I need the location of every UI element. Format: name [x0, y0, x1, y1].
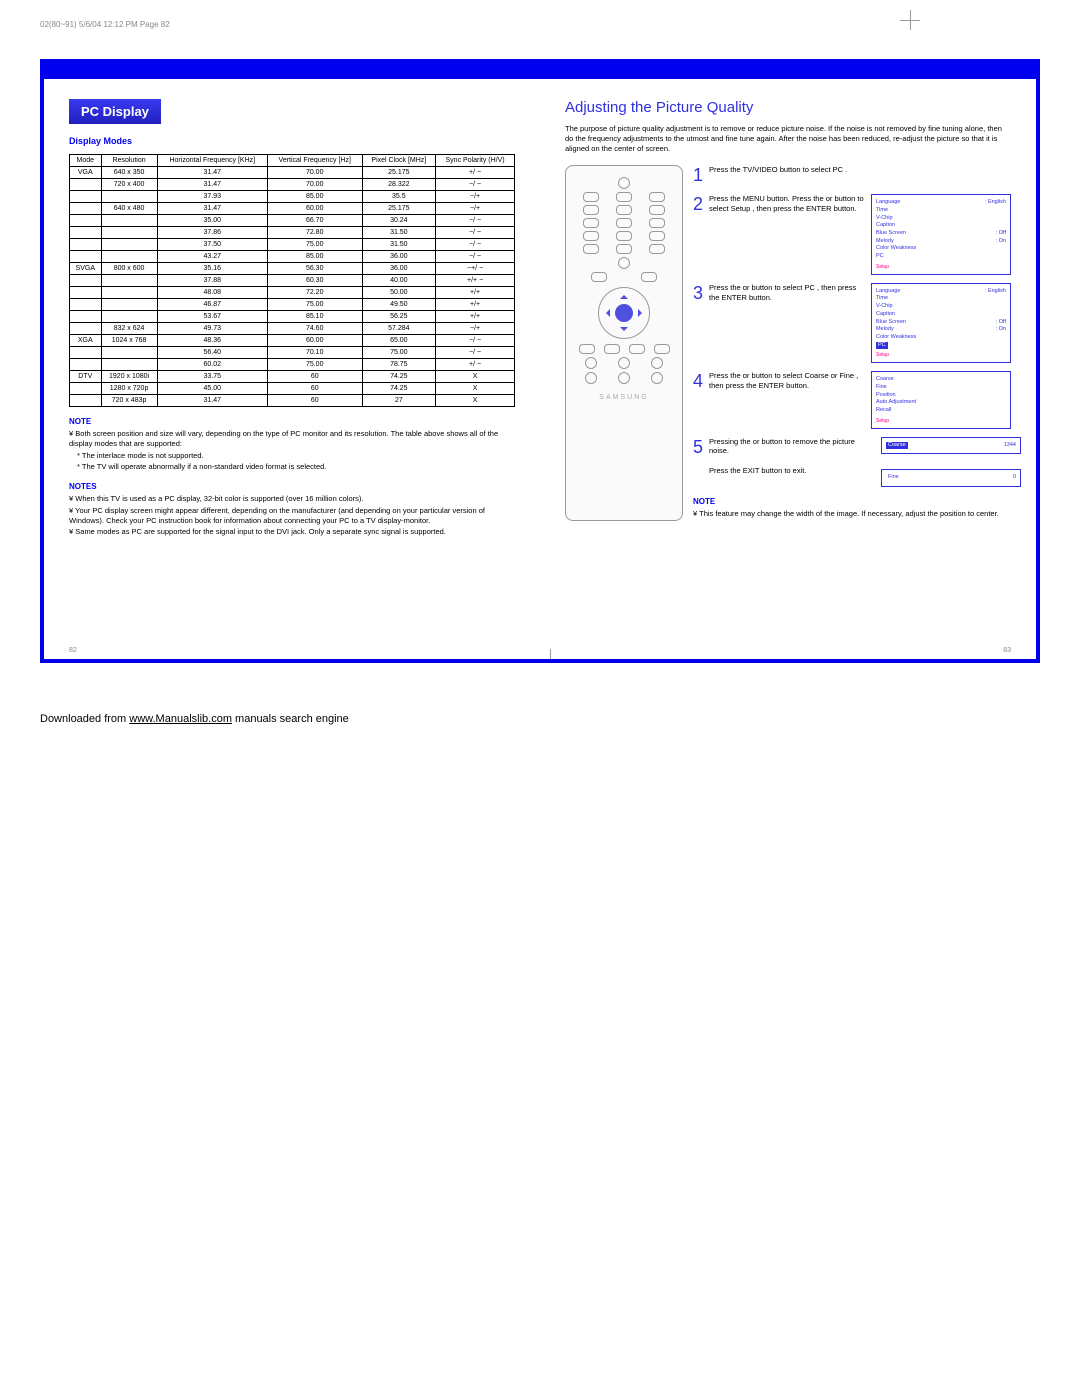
- page-number: 82: [69, 647, 77, 654]
- display-modes-table: ModeResolutionHorizontal Frequency [KHz]…: [69, 154, 515, 407]
- note-text: Your PC display screen might appear diff…: [69, 506, 515, 526]
- table-header: Mode: [70, 155, 102, 167]
- table-row: 35.0066.7030.24−/ −: [70, 215, 515, 227]
- note-text: This feature may change the width of the…: [693, 509, 1011, 519]
- power-icon: [618, 177, 630, 189]
- step-text: Press the TV/VIDEO button to select PC .: [709, 165, 1011, 186]
- page-title: Adjusting the Picture Quality: [565, 99, 1011, 116]
- brand-label: SAMSUNG: [574, 394, 674, 401]
- table-header: Vertical Frequency [Hz]: [267, 155, 362, 167]
- note-text: The TV will operate abnormally if a non-…: [77, 462, 515, 472]
- step-text: Press the MENU button. Press the or butt…: [709, 194, 871, 275]
- table-row: 37.9385.0035.5−/+: [70, 191, 515, 203]
- table-row: 720 x 40031.4770.0028.322−/ −: [70, 179, 515, 191]
- table-row: 53.6785.1056.25+/+: [70, 311, 515, 323]
- left-page: PC Display Display Modes ModeResolutionH…: [44, 79, 540, 659]
- section-tab: PC Display: [69, 99, 161, 124]
- table-header: Pixel Clock [MHz]: [362, 155, 436, 167]
- intro-text: The purpose of picture quality adjustmen…: [565, 124, 1011, 153]
- table-row: SVGA800 x 60035.1656.3036.00−+/ −: [70, 263, 515, 275]
- table-row: 43.2785.0036.00−/ −: [70, 251, 515, 263]
- osd-panel: Language: EnglishTimeV-ChipCaptionBlue S…: [871, 194, 1011, 275]
- table-row: DTV1920 x 1080i33.756074.25X: [70, 371, 515, 383]
- table-row: 46.8775.0049.50+/+: [70, 299, 515, 311]
- notes-heading: NOTES: [69, 482, 515, 491]
- step-text: Press the or button to select Coarse or …: [709, 371, 871, 428]
- table-row: 60.0275.0078.75+/ −: [70, 359, 515, 371]
- table-header: Horizontal Frequency [KHz]: [157, 155, 267, 167]
- crop-mark-icon: [540, 649, 560, 663]
- step-text-line: Pressing the or button to remove the pic…: [709, 437, 855, 456]
- dpad-icon: [598, 287, 650, 339]
- step-number: 2: [693, 194, 709, 275]
- note-heading: NOTE: [693, 497, 1011, 506]
- osd-panel: CoarseFinePositionAuto AdjustmentRecallS…: [871, 371, 1011, 428]
- page-spread: PC Display Display Modes ModeResolutionH…: [40, 59, 1040, 663]
- right-page: Adjusting the Picture Quality The purpos…: [540, 79, 1036, 659]
- footer: Downloaded from www.Manualslib.com manua…: [20, 683, 1060, 755]
- crop-mark-icon: [1036, 379, 1040, 399]
- note-heading: NOTE: [69, 417, 515, 426]
- crop-mark-icon: [900, 10, 920, 30]
- table-row: 640 x 48031.4760.0025.175−/+: [70, 203, 515, 215]
- table-row: 720 x 483p31.476027X: [70, 395, 515, 407]
- note-text: When this TV is used as a PC display, 32…: [69, 494, 515, 504]
- step-text-line: Press the EXIT button to exit.: [709, 466, 806, 475]
- step-number: 4: [693, 371, 709, 428]
- footer-link[interactable]: www.Manualslib.com: [129, 713, 232, 725]
- table-header: Resolution: [101, 155, 157, 167]
- note-text: Same modes as PC are supported for the s…: [69, 527, 515, 537]
- step-number: 3: [693, 283, 709, 364]
- table-row: XGA1024 x 76848.3660.0065.00−/ −: [70, 335, 515, 347]
- remote-illustration: SAMSUNG: [565, 165, 683, 521]
- footer-text: manuals search engine: [232, 713, 349, 725]
- table-row: 1280 x 720p45.006074.25X: [70, 383, 515, 395]
- step-number: 1: [693, 165, 709, 186]
- step-number: 5: [693, 437, 709, 487]
- table-row: 37.8860.3040.00+/+ −: [70, 275, 515, 287]
- table-row: 48.0872.2050.00+/+: [70, 287, 515, 299]
- osd-slider: Fine0: [881, 469, 1021, 487]
- table-row: 37.5075.0031.50−/ −: [70, 239, 515, 251]
- step-text: Pressing the or button to remove the pic…: [709, 437, 881, 487]
- table-row: VGA640 x 35031.4770.0025.175+/ −: [70, 167, 515, 179]
- note-text: Both screen position and size will vary,…: [69, 429, 515, 449]
- table-row: 832 x 62449.7374.6057.284−/+: [70, 323, 515, 335]
- osd-panel: Language: EnglishTimeV-ChipCaptionBlue S…: [871, 283, 1011, 364]
- table-row: 56.4070.1075.00−/ −: [70, 347, 515, 359]
- subheading: Display Modes: [69, 136, 515, 146]
- step-text: Press the or button to select PC , then …: [709, 283, 871, 364]
- page-number: 83: [1003, 647, 1011, 654]
- note-text: The interlace mode is not supported.: [77, 451, 515, 461]
- footer-text: Downloaded from: [40, 713, 129, 725]
- osd-slider: Coarse1344: [881, 437, 1021, 455]
- table-header: Sync Polarity (H/V): [436, 155, 515, 167]
- table-row: 37.8672.8031.50−/ −: [70, 227, 515, 239]
